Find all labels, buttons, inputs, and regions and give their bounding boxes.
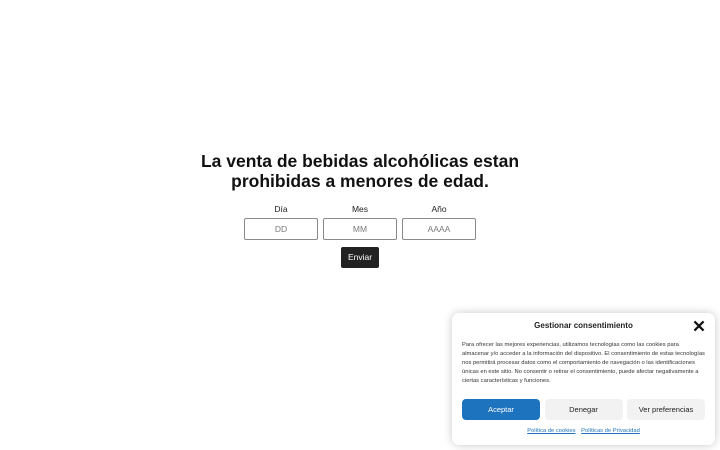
consent-links: Política de cookies Políticas de Privaci… (452, 427, 715, 435)
consent-title: Gestionar consentimiento (534, 321, 633, 330)
submit-button[interactable]: Enviar (341, 247, 379, 268)
close-button[interactable] (693, 320, 705, 332)
close-icon (693, 320, 705, 332)
deny-button[interactable]: Denegar (544, 399, 623, 420)
year-label: Año (431, 204, 447, 214)
page: La venta de bebidas alcohólicas estan pr… (0, 0, 720, 450)
month-label: Mes (351, 204, 369, 214)
privacy-policy-link[interactable]: Políticas de Privacidad (581, 428, 640, 434)
cookie-consent-dialog: Gestionar consentimiento Para ofrecer la… (452, 313, 715, 445)
day-field-group: Día (244, 204, 318, 240)
consent-actions: Aceptar Denegar Ver preferencias (462, 399, 705, 420)
age-warning-title: La venta de bebidas alcohólicas estan pr… (200, 151, 520, 191)
month-input[interactable] (323, 218, 397, 240)
month-field-group: Mes (323, 204, 397, 240)
view-preferences-button[interactable]: Ver preferencias (627, 399, 705, 420)
birthdate-form: Día Mes Año (200, 204, 520, 240)
year-field-group: Año (402, 204, 476, 240)
age-verification: La venta de bebidas alcohólicas estan pr… (200, 151, 520, 268)
year-input[interactable] (402, 218, 476, 240)
consent-description: Para ofrecer las mejores experiencias, u… (462, 342, 705, 384)
cookie-policy-link[interactable]: Política de cookies (527, 428, 575, 434)
day-label: Día (274, 204, 288, 214)
day-input[interactable] (244, 218, 318, 240)
accept-button[interactable]: Aceptar (462, 399, 540, 420)
